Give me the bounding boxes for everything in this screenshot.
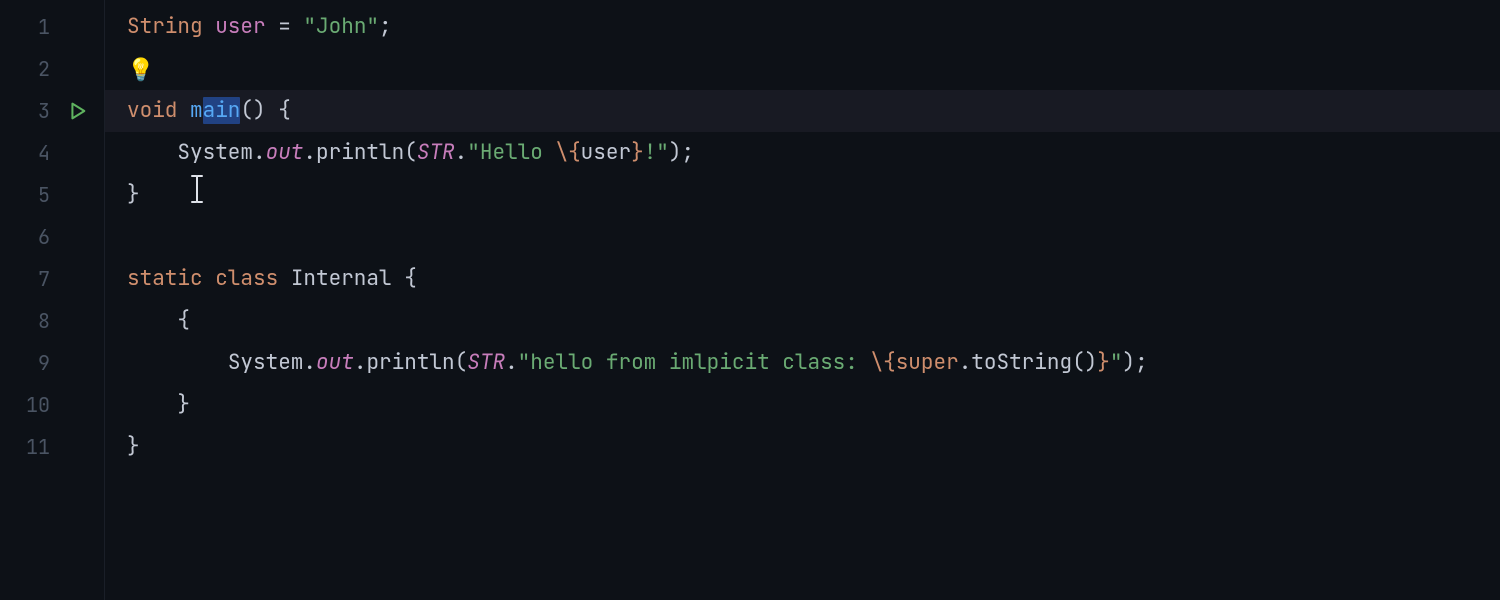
- line-number: 11: [0, 434, 50, 460]
- code-area[interactable]: String user = "John"; 💡 void m ain() { S…: [105, 0, 1500, 600]
- gutter-row[interactable]: 4: [0, 132, 104, 174]
- code-editor[interactable]: 1 2 3 4 5 6: [0, 0, 1500, 600]
- code-line[interactable]: static class Internal {: [105, 258, 1500, 300]
- gutter-row[interactable]: 6: [0, 216, 104, 258]
- gutter-row[interactable]: 5: [0, 174, 104, 216]
- code-text: System.out.println(STR."hello from imlpi…: [127, 342, 1148, 384]
- gutter-row[interactable]: 8: [0, 300, 104, 342]
- line-number: 3: [0, 98, 50, 124]
- line-number: 5: [0, 182, 50, 208]
- code-line[interactable]: }: [105, 426, 1500, 468]
- selection: ain: [203, 97, 241, 124]
- gutter-row[interactable]: 2: [0, 48, 104, 90]
- line-number: 8: [0, 308, 50, 334]
- line-number: 2: [0, 56, 50, 82]
- code-line[interactable]: String user = "John";: [105, 6, 1500, 48]
- line-number: 6: [0, 224, 50, 250]
- code-text: }: [127, 426, 140, 468]
- code-text: }: [127, 384, 190, 426]
- gutter-row[interactable]: 1: [0, 6, 104, 48]
- line-number: 1: [0, 14, 50, 40]
- line-number: 10: [0, 392, 50, 418]
- code-line[interactable]: {: [105, 300, 1500, 342]
- code-text: void m ain() {: [127, 90, 291, 132]
- run-icon[interactable]: [66, 100, 88, 122]
- code-line[interactable]: }: [105, 384, 1500, 426]
- code-text: System.out.println(STR."Hello \{user}!")…: [127, 132, 694, 174]
- line-number: 7: [0, 266, 50, 292]
- gutter: 1 2 3 4 5 6: [0, 0, 105, 600]
- code-line[interactable]: System.out.println(STR."hello from imlpi…: [105, 342, 1500, 384]
- code-line[interactable]: System.out.println(STR."Hello \{user}!")…: [105, 132, 1500, 174]
- lightbulb-icon[interactable]: 💡: [127, 48, 154, 90]
- code-line[interactable]: 💡: [105, 48, 1500, 90]
- code-text: String user = "John";: [127, 6, 392, 48]
- code-line[interactable]: void m ain() {: [105, 90, 1500, 132]
- line-number: 4: [0, 140, 50, 166]
- code-text: {: [127, 300, 190, 342]
- gutter-row[interactable]: 10: [0, 384, 104, 426]
- line-number: 9: [0, 350, 50, 376]
- code-text: }: [127, 174, 140, 216]
- code-line[interactable]: [105, 216, 1500, 258]
- gutter-row[interactable]: 9: [0, 342, 104, 384]
- code-text: static class Internal {: [127, 258, 417, 300]
- code-line[interactable]: }: [105, 174, 1500, 216]
- gutter-row[interactable]: 3: [0, 90, 104, 132]
- gutter-row[interactable]: 7: [0, 258, 104, 300]
- gutter-row[interactable]: 11: [0, 426, 104, 468]
